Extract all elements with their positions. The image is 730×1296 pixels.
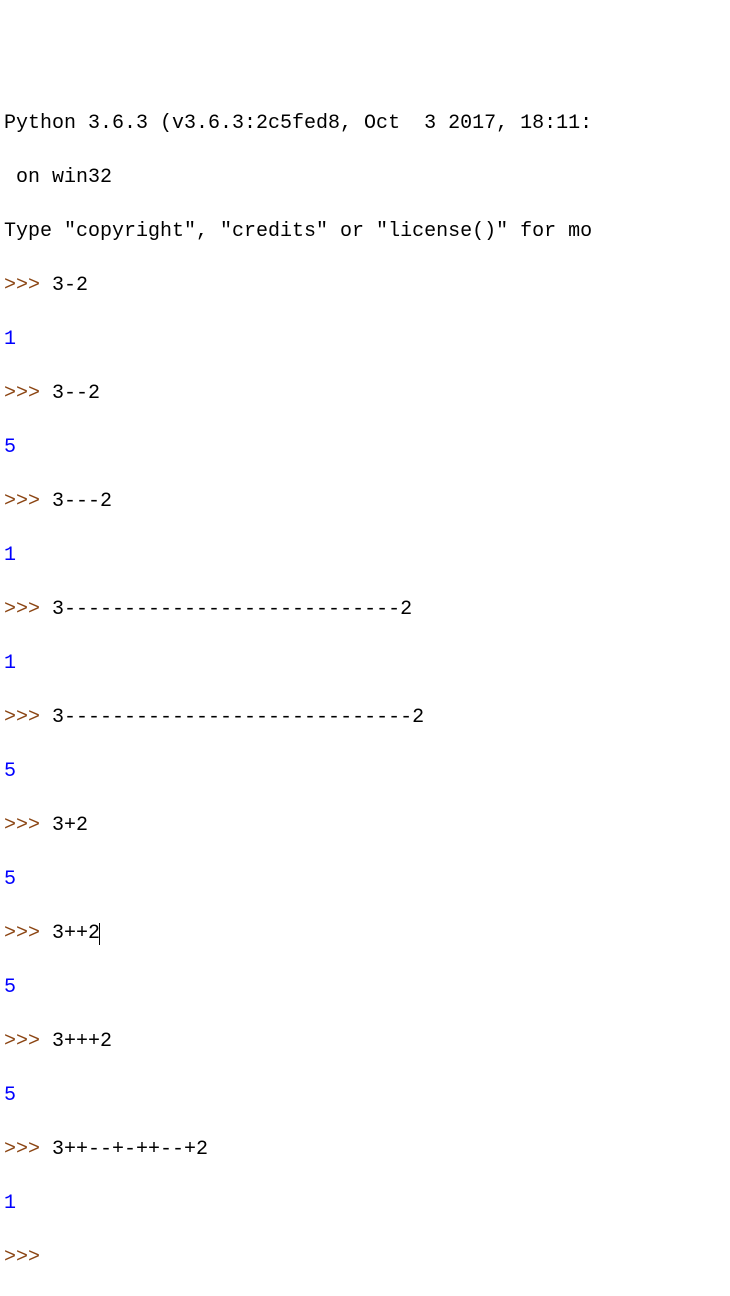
repl-line-active[interactable]: >>> xyxy=(4,1244,726,1271)
repl-input: 3-2 xyxy=(52,274,88,297)
repl-output: 1 xyxy=(4,542,726,569)
repl-line[interactable]: >>> 3-----------------------------2 xyxy=(4,704,726,731)
repl-input: 3---2 xyxy=(52,490,112,513)
repl-prompt: >>> xyxy=(4,922,52,945)
repl-output: 5 xyxy=(4,434,726,461)
python-header-line3: Type "copyright", "credits" or "license(… xyxy=(4,218,726,245)
repl-prompt: >>> xyxy=(4,1246,52,1269)
repl-output: 5 xyxy=(4,758,726,785)
repl-prompt: >>> xyxy=(4,706,52,729)
repl-line[interactable]: >>> 3++2 xyxy=(4,920,726,947)
repl-prompt: >>> xyxy=(4,1030,52,1053)
repl-output: 1 xyxy=(4,326,726,353)
repl-input: 3----------------------------2 xyxy=(52,598,412,621)
repl-input: 3-----------------------------2 xyxy=(52,706,424,729)
repl-output: 5 xyxy=(4,866,726,893)
repl-prompt: >>> xyxy=(4,1138,52,1161)
repl-line[interactable]: >>> 3-2 xyxy=(4,272,726,299)
repl-line[interactable]: >>> 3---2 xyxy=(4,488,726,515)
repl-output: 1 xyxy=(4,1190,726,1217)
repl-prompt: >>> xyxy=(4,490,52,513)
repl-line[interactable]: >>> 3++--+-++--+2 xyxy=(4,1136,726,1163)
repl-input: 3+2 xyxy=(52,814,88,837)
python-header-line2: on win32 xyxy=(4,164,726,191)
repl-prompt: >>> xyxy=(4,274,52,297)
repl-input: 3++--+-++--+2 xyxy=(52,1138,208,1161)
repl-prompt: >>> xyxy=(4,598,52,621)
repl-output: 5 xyxy=(4,974,726,1001)
repl-input: 3++2 xyxy=(52,922,100,945)
repl-input: 3+++2 xyxy=(52,1030,112,1053)
repl-prompt: >>> xyxy=(4,382,52,405)
repl-line[interactable]: >>> 3+2 xyxy=(4,812,726,839)
python-header-line1: Python 3.6.3 (v3.6.3:2c5fed8, Oct 3 2017… xyxy=(4,110,726,137)
repl-line[interactable]: >>> 3+++2 xyxy=(4,1028,726,1055)
repl-output: 5 xyxy=(4,1082,726,1109)
repl-prompt: >>> xyxy=(4,814,52,837)
repl-input: 3--2 xyxy=(52,382,100,405)
repl-output: 1 xyxy=(4,650,726,677)
repl-line[interactable]: >>> 3--2 xyxy=(4,380,726,407)
repl-line[interactable]: >>> 3----------------------------2 xyxy=(4,596,726,623)
text-cursor xyxy=(99,923,100,945)
